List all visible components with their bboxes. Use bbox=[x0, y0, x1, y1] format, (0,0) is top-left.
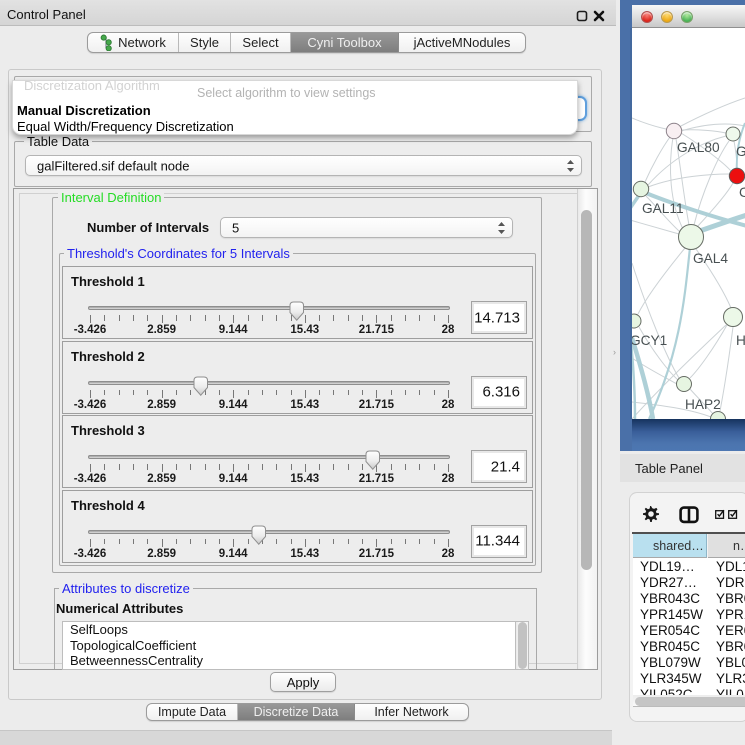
svg-text:C: C bbox=[739, 185, 745, 200]
svg-text:GAL80: GAL80 bbox=[677, 140, 720, 155]
svg-text:HAP2: HAP2 bbox=[685, 397, 721, 412]
svg-text:GAL11: GAL11 bbox=[642, 201, 684, 216]
svg-text:H: H bbox=[736, 333, 745, 348]
svg-text:GCY1: GCY1 bbox=[632, 333, 667, 348]
svg-text:GA: GA bbox=[736, 144, 745, 159]
svg-text:GAL4: GAL4 bbox=[693, 251, 728, 266]
